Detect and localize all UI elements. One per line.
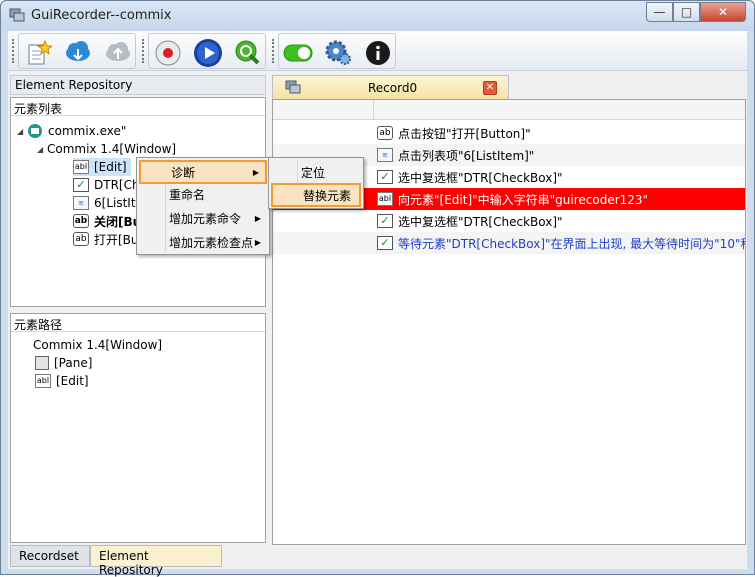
menu-item-label: 增加元素命令 (169, 211, 242, 226)
document-star-icon[interactable] (23, 38, 53, 68)
textbox-icon: abl (35, 374, 51, 388)
toolbar-group-run (148, 33, 266, 69)
context-menu: 诊断 ▶ 重命名 增加元素命令 ▶ 增加元素检查点 ▶ (136, 157, 270, 255)
list-item-icon: ≡ (73, 196, 89, 210)
toolbar-grip[interactable] (272, 39, 274, 63)
menu-item-replace-element[interactable]: 替换元素 (271, 183, 361, 207)
record-text: 向元素"[Edit]"中输入字符串"guirecoder123" (398, 192, 649, 207)
record-icon[interactable] (153, 38, 183, 68)
tree-item[interactable]: ✓ DTR[Ch (73, 176, 140, 194)
element-repository-pane: Element Repository 元素列表 ◢ commix.exe" ◢ … (10, 75, 266, 577)
record-text: 选中复选框"DTR[CheckBox]" (398, 214, 563, 229)
menu-item-label: 替换元素 (303, 188, 352, 203)
checkbox-icon: ✓ (377, 170, 393, 184)
record-row[interactable]: ✓ 等待元素"DTR[CheckBox]"在界面上出现, 最大等待时间为"10"秒 (273, 232, 745, 254)
client-area: Element Repository 元素列表 ◢ commix.exe" ◢ … (8, 31, 747, 577)
menu-item-label: 重命名 (169, 187, 206, 202)
element-list-title: 元素列表 (11, 98, 265, 116)
record-text: 点击列表项"6[ListItem]" (398, 148, 535, 163)
minimize-button[interactable]: — (646, 2, 673, 22)
checkbox-icon: ✓ (377, 214, 393, 228)
tree-root-label: commix.exe" (48, 124, 127, 138)
menu-item-label: 诊断 (171, 165, 196, 180)
app-icon (9, 8, 25, 22)
tab-recordset[interactable]: Recordset (10, 545, 90, 567)
window-title: GuiRecorder--commix (31, 8, 172, 23)
path-window-label: Commix 1.4[Window] (33, 338, 163, 352)
textbox-icon: abl (377, 192, 393, 206)
panel-header: Element Repository (10, 75, 266, 95)
path-edit-label: [Edit] (56, 374, 89, 388)
list-item-icon: ≡ (377, 148, 393, 162)
tree-item-label: 关闭[Bu (94, 214, 142, 229)
menu-item-label: 增加元素检查点 (169, 235, 254, 250)
path-pane[interactable]: [Pane] (35, 354, 92, 372)
toolbar-grip[interactable] (142, 39, 144, 63)
tree-window-node[interactable]: ◢ Commix 1.4[Window] (37, 140, 176, 158)
maximize-button[interactable]: □ (673, 2, 700, 22)
tree-window-label: Commix 1.4[Window] (47, 142, 177, 156)
app-icon (28, 124, 42, 138)
button-icon: ab (73, 232, 89, 246)
menu-item-label: 定位 (301, 165, 326, 180)
checkbox-icon: ✓ (377, 236, 393, 250)
record-doc-icon (285, 80, 301, 94)
info-icon[interactable] (363, 38, 393, 68)
settings-icon[interactable] (323, 38, 353, 68)
record-text: 等待元素"DTR[CheckBox]"在界面上出现, 最大等待时间为"10"秒 (398, 236, 745, 251)
tree-item-label: [Edit] (94, 160, 127, 174)
tab-record0[interactable]: Record0 ✕ (272, 75, 509, 99)
title-bar[interactable]: GuiRecorder--commix — □ ✕ (1, 1, 754, 31)
tree-item[interactable]: ab 打开[Bu (73, 230, 139, 248)
path-window[interactable]: Commix 1.4[Window] (33, 336, 162, 354)
submenu: 定位 替换元素 (268, 157, 364, 209)
tree-root[interactable]: ◢ commix.exe" (17, 122, 126, 140)
tree-item[interactable]: ab 关闭[Bu (73, 212, 141, 230)
checkbox-icon: ✓ (73, 178, 89, 192)
close-button[interactable]: ✕ (700, 2, 746, 22)
cloud-download-icon[interactable] (63, 38, 93, 68)
tree-item[interactable]: abl [Edit] (73, 158, 131, 176)
submenu-arrow-icon: ▶ (254, 213, 261, 223)
tree-item-label: DTR[Ch (94, 178, 140, 192)
path-pane-label: [Pane] (54, 356, 93, 370)
button-icon: ab (73, 214, 89, 228)
record-text: 点击按钮"打开[Button]" (398, 126, 531, 141)
submenu-arrow-icon: ▶ (254, 237, 261, 247)
expand-arrow-icon[interactable]: ◢ (37, 145, 47, 154)
element-path-box: 元素路径 Commix 1.4[Window] [Pane] abl [Edit… (10, 313, 266, 543)
record-row[interactable]: ✓ 选中复选框"DTR[CheckBox]" (273, 210, 745, 232)
menu-item-add-checkpoint[interactable]: 增加元素检查点 ▶ (139, 230, 267, 254)
record-row[interactable]: ab 点击按钮"打开[Button]" (273, 122, 745, 144)
path-edit[interactable]: abl [Edit] (35, 372, 89, 390)
grid-header (273, 100, 745, 120)
button-icon: ab (377, 126, 393, 140)
element-path-title: 元素路径 (11, 314, 265, 332)
app-window: GuiRecorder--commix — □ ✕ Element Reposi… (0, 0, 755, 577)
menu-item-rename[interactable]: 重命名 (139, 182, 267, 206)
tab-record0-label: Record0 (368, 81, 418, 95)
search-icon[interactable] (233, 38, 263, 68)
expand-arrow-icon[interactable]: ◢ (17, 127, 27, 136)
record-pane: Record0 ✕ ab 点击按钮"打开[Button]" ≡ 点击列表项"6[Li… (272, 75, 746, 545)
submenu-arrow-icon: ▶ (252, 167, 259, 177)
record-text: 选中复选框"DTR[CheckBox]" (398, 170, 563, 185)
play-icon[interactable] (193, 38, 223, 68)
toolbar-grip[interactable] (12, 39, 14, 63)
menu-item-diagnose[interactable]: 诊断 ▶ (139, 160, 267, 184)
cloud-upload-icon[interactable] (103, 38, 133, 68)
tree-item[interactable]: ≡ 6[ListIte (73, 194, 143, 212)
menu-item-locate[interactable]: 定位 (271, 160, 361, 184)
menu-item-add-command[interactable]: 增加元素命令 ▶ (139, 206, 267, 230)
textbox-icon: abl (73, 160, 89, 174)
toolbar-group-settings (278, 33, 396, 69)
left-tabs: Recordset Element Repository (10, 545, 266, 577)
tab-element-repository[interactable]: Element Repository (90, 545, 222, 577)
toolbar-group-file (18, 33, 136, 69)
toolbar (8, 31, 747, 71)
tab-close-icon[interactable]: ✕ (483, 81, 497, 95)
pane-icon (35, 356, 49, 370)
tree-item-label: 打开[Bu (94, 232, 139, 247)
toggle-icon[interactable] (283, 38, 313, 68)
